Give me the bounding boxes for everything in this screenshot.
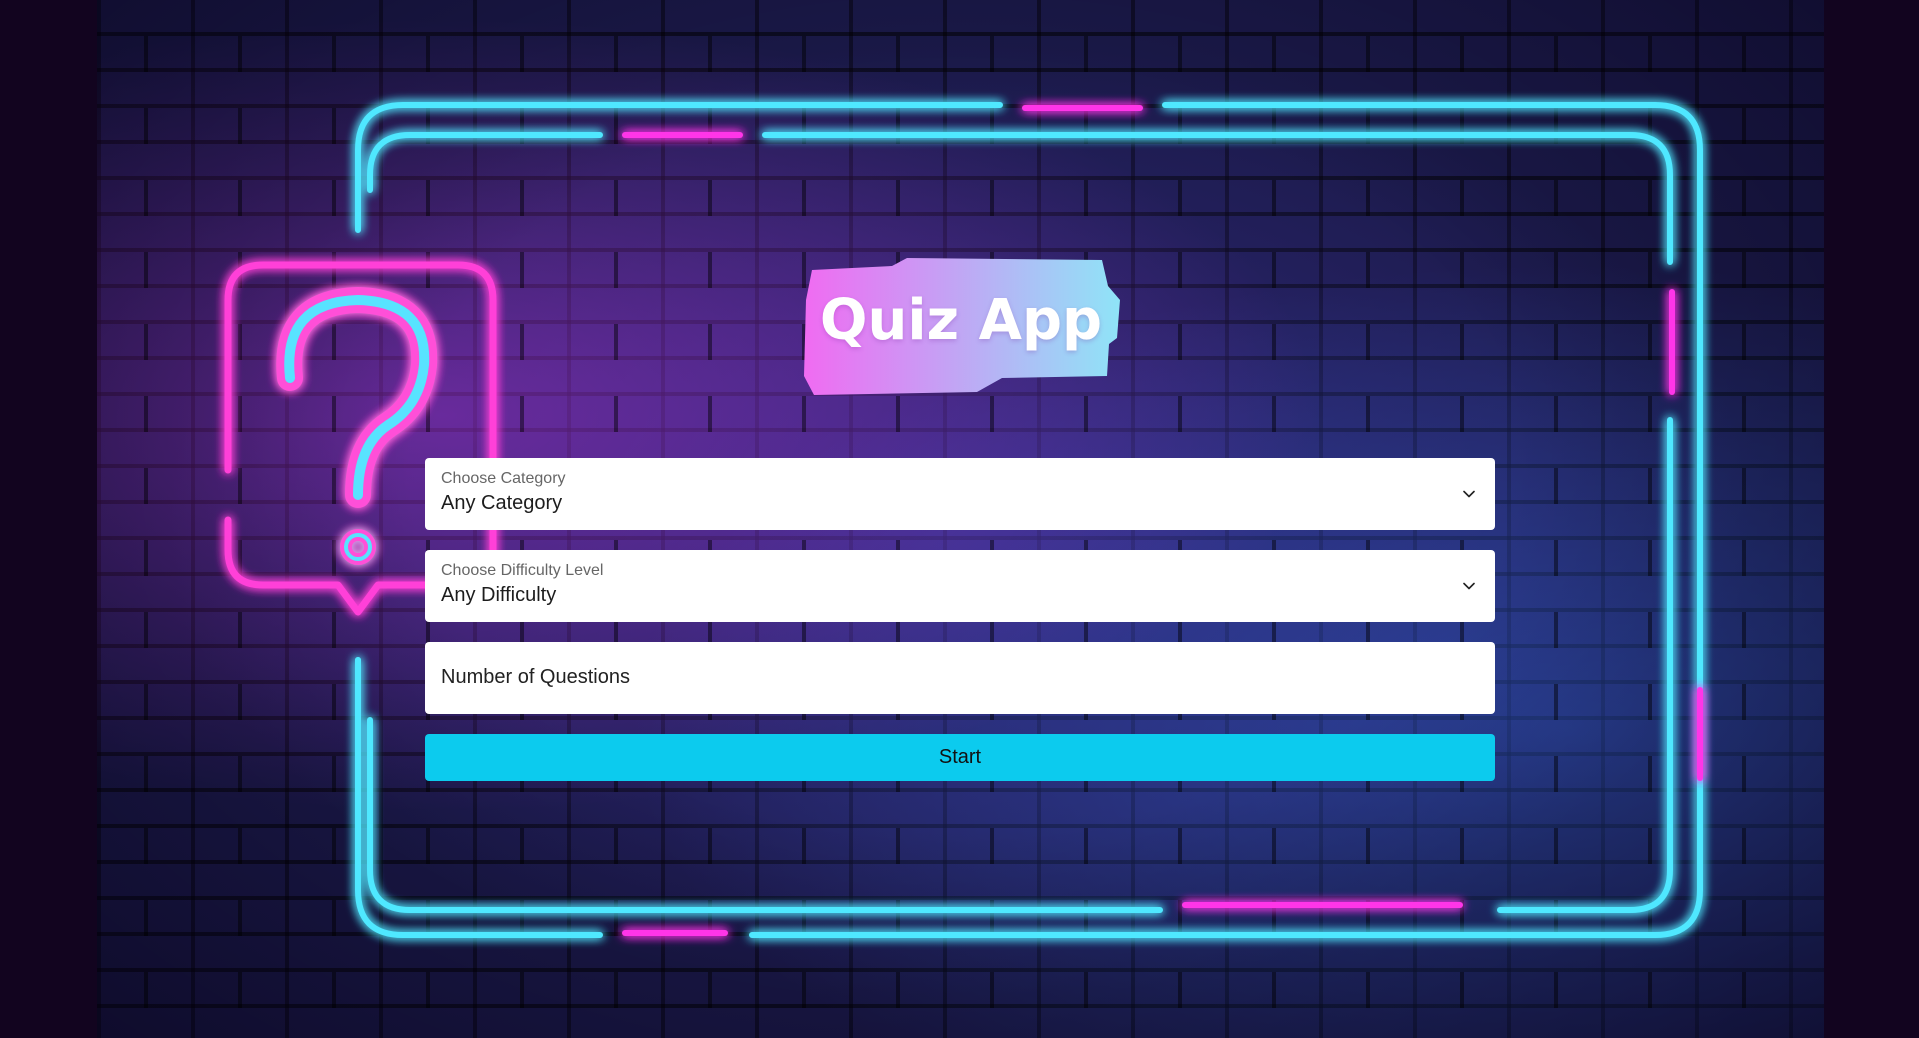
number-of-questions-input[interactable]: Number of Questions <box>425 642 1495 714</box>
category-select[interactable]: Choose Category Any Category <box>425 458 1495 530</box>
neon-outer-top-left <box>355 102 1003 233</box>
chevron-down-icon <box>1463 582 1475 590</box>
chevron-down-icon <box>1463 490 1475 498</box>
number-of-questions-placeholder: Number of Questions <box>441 666 630 688</box>
neon-outer-bottom <box>749 787 1703 938</box>
category-select-value: Any Category <box>441 492 563 514</box>
difficulty-select[interactable]: Choose Difficulty Level Any Difficulty <box>425 550 1495 622</box>
neon-inner-right <box>1497 417 1673 913</box>
quiz-setup-form: Choose Category Any Category Choose Diff… <box>425 458 1495 781</box>
category-select-label: Choose Category <box>441 470 566 487</box>
neon-inner-top-right <box>762 132 1673 265</box>
question-mark-icon <box>276 287 438 565</box>
app-title-banner: Quiz App <box>802 258 1120 398</box>
difficulty-select-label: Choose Difficulty Level <box>441 562 604 579</box>
start-button[interactable]: Start <box>425 734 1495 781</box>
difficulty-select-value: Any Difficulty <box>441 584 557 606</box>
neon-inner-top <box>367 132 603 193</box>
app-title: Quiz App <box>819 288 1103 353</box>
